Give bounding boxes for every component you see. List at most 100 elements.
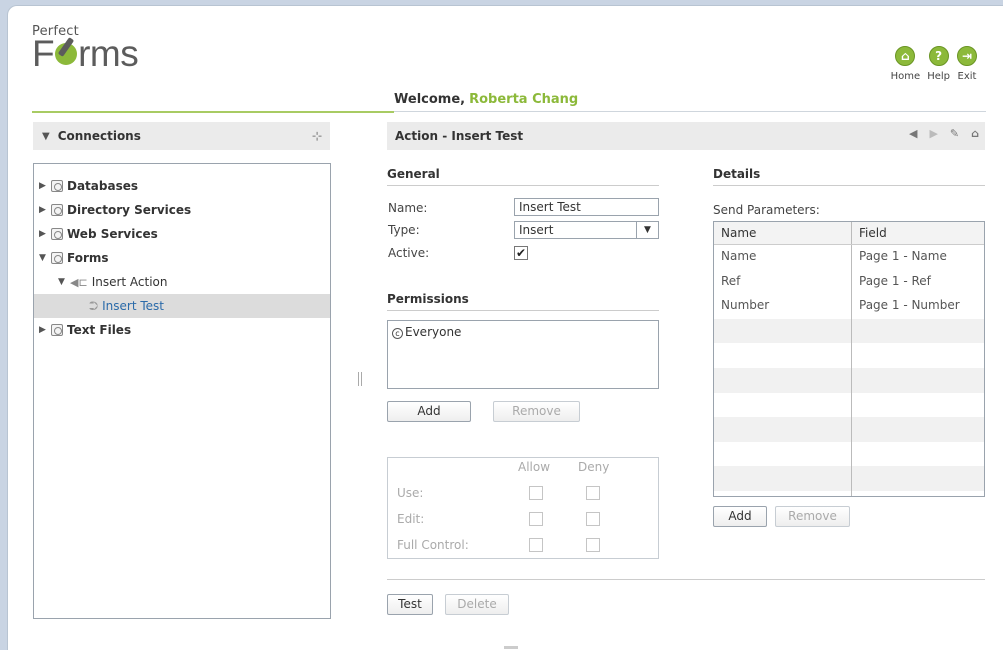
connection-folder-icon bbox=[51, 204, 63, 216]
tree-item-label: Directory Services bbox=[67, 203, 192, 217]
send-parameters-label: Send Parameters: bbox=[713, 203, 820, 217]
use-allow-checkbox[interactable] bbox=[529, 486, 543, 500]
logo-forms-text: Frms bbox=[32, 33, 139, 74]
tree-item-text-files[interactable]: ▶ Text Files bbox=[34, 318, 330, 342]
next-icon[interactable]: ▶ bbox=[929, 127, 937, 140]
table-row[interactable]: Name Page 1 - Name bbox=[714, 245, 984, 270]
column-header-name[interactable]: Name bbox=[714, 222, 852, 244]
exit-icon: ⇥ bbox=[957, 46, 977, 66]
panel-splitter-handle[interactable] bbox=[358, 372, 362, 386]
empty-row bbox=[714, 392, 984, 418]
cell-field: Page 1 - Ref bbox=[859, 273, 931, 288]
tree-item-databases[interactable]: ▶ Databases bbox=[34, 174, 330, 198]
connection-folder-icon bbox=[51, 252, 63, 264]
exit-button[interactable]: ⇥ Exit bbox=[957, 46, 977, 82]
expand-arrow-icon[interactable]: ▶ bbox=[39, 181, 51, 191]
previous-icon[interactable]: ◀ bbox=[909, 127, 917, 140]
footer-divider bbox=[387, 579, 985, 580]
table-row[interactable]: Ref Page 1 - Ref bbox=[714, 269, 984, 295]
home-button[interactable]: ⌂ Home bbox=[890, 46, 921, 82]
header-divider bbox=[32, 111, 986, 113]
remove-permission-button[interactable]: Remove bbox=[493, 401, 580, 422]
chain-link-icon: ⮊ bbox=[89, 298, 99, 313]
connections-title: Connections bbox=[57, 129, 141, 143]
tree-item-label: Insert Test bbox=[102, 299, 164, 313]
permissions-list[interactable]: c Everyone bbox=[387, 320, 659, 389]
cell-name: Name bbox=[714, 245, 852, 270]
tree-item-label: Forms bbox=[67, 251, 109, 265]
connection-folder-icon bbox=[51, 180, 63, 192]
home-label: Home bbox=[890, 71, 921, 82]
send-parameters-grid: Name Field Name Page 1 - Name Ref Page 1… bbox=[713, 221, 985, 497]
name-input[interactable]: Insert Test bbox=[514, 198, 659, 216]
tree-item-label: Insert Action bbox=[91, 275, 168, 289]
empty-row bbox=[714, 367, 984, 393]
collapse-triangle-icon[interactable]: ▼ bbox=[42, 131, 50, 142]
welcome-message: Welcome, Roberta Chang bbox=[394, 92, 578, 107]
plug-icon[interactable]: ⊹ bbox=[312, 129, 322, 143]
table-row[interactable]: Number Page 1 - Number bbox=[714, 294, 984, 319]
tree-item-forms[interactable]: ▼ Forms bbox=[34, 246, 330, 270]
exit-label: Exit bbox=[957, 71, 977, 82]
lock-icon[interactable]: ⌂ bbox=[971, 127, 979, 140]
active-checkbox[interactable]: ✔ bbox=[514, 246, 528, 260]
active-label: Active: bbox=[388, 246, 430, 260]
full-control-allow-checkbox[interactable] bbox=[529, 538, 543, 552]
cell-field: Page 1 - Name bbox=[859, 249, 947, 263]
type-select[interactable]: Insert ▼ bbox=[514, 221, 659, 239]
connection-folder-icon bbox=[51, 228, 63, 240]
remove-parameter-button[interactable]: Remove bbox=[775, 506, 850, 527]
deny-column-header: Deny bbox=[578, 460, 610, 474]
general-section-title: General bbox=[387, 167, 659, 186]
connection-folder-icon bbox=[51, 324, 63, 336]
use-label: Use: bbox=[397, 486, 424, 500]
action-panel-header: Action - Insert Test ◀ ▶ ✎ ⌂ bbox=[387, 122, 985, 150]
plug-connector-icon: ◀⊏ bbox=[70, 275, 88, 289]
action-toolbar: ◀ ▶ ✎ ⌂ bbox=[909, 127, 979, 140]
access-control-box: Allow Deny Use: Edit: Full Control: bbox=[387, 457, 659, 559]
tree-item-insert-action[interactable]: ▼ ◀⊏ Insert Action bbox=[34, 270, 330, 294]
cell-field: Page 1 - Number bbox=[859, 298, 960, 313]
type-label: Type: bbox=[388, 223, 420, 237]
logo-pen-icon bbox=[55, 43, 78, 65]
test-button[interactable]: Test bbox=[387, 594, 433, 615]
top-navigation: ⌂ Home ? Help ⇥ Exit bbox=[891, 46, 977, 82]
home-icon: ⌂ bbox=[895, 46, 916, 66]
help-icon: ? bbox=[928, 46, 949, 66]
user-name: Roberta Chang bbox=[469, 92, 579, 107]
details-section-title: Details bbox=[713, 167, 985, 186]
expand-arrow-icon[interactable]: ▶ bbox=[39, 205, 51, 215]
expand-arrow-icon[interactable]: ▶ bbox=[39, 325, 51, 335]
full-control-label: Full Control: bbox=[397, 538, 469, 552]
empty-row bbox=[714, 417, 984, 442]
tree-item-label: Text Files bbox=[67, 323, 132, 337]
connections-panel-header[interactable]: ▼ Connections ⊹ bbox=[33, 122, 330, 150]
edit-allow-checkbox[interactable] bbox=[529, 512, 543, 526]
permission-entry-everyone[interactable]: Everyone bbox=[405, 325, 461, 339]
resize-grip-handle[interactable] bbox=[504, 646, 518, 649]
tree-item-label: Databases bbox=[67, 179, 139, 193]
empty-row bbox=[714, 490, 984, 496]
welcome-label: Welcome, bbox=[394, 92, 466, 107]
help-button[interactable]: ? Help bbox=[927, 46, 950, 82]
collapse-arrow-icon[interactable]: ▼ bbox=[39, 253, 51, 263]
permissions-section-title: Permissions bbox=[387, 292, 659, 311]
edit-pencil-icon[interactable]: ✎ bbox=[950, 127, 959, 140]
column-header-field[interactable]: Field bbox=[852, 222, 984, 244]
full-control-deny-checkbox[interactable] bbox=[586, 538, 600, 552]
empty-row bbox=[714, 343, 984, 368]
edit-deny-checkbox[interactable] bbox=[586, 512, 600, 526]
use-deny-checkbox[interactable] bbox=[586, 486, 600, 500]
add-permission-button[interactable]: Add bbox=[387, 401, 471, 422]
delete-button[interactable]: Delete bbox=[445, 594, 509, 615]
edit-label: Edit: bbox=[397, 512, 425, 526]
collapse-arrow-icon[interactable]: ▼ bbox=[58, 277, 70, 287]
tree-item-directory-services[interactable]: ▶ Directory Services bbox=[34, 198, 330, 222]
tree-item-insert-test[interactable]: ⮊ Insert Test bbox=[34, 294, 330, 318]
help-label: Help bbox=[927, 71, 950, 82]
expand-arrow-icon[interactable]: ▶ bbox=[39, 229, 51, 239]
add-parameter-button[interactable]: Add bbox=[713, 506, 767, 527]
tree-item-web-services[interactable]: ▶ Web Services bbox=[34, 222, 330, 246]
empty-row bbox=[714, 318, 984, 344]
dropdown-arrow-icon[interactable]: ▼ bbox=[636, 222, 658, 238]
